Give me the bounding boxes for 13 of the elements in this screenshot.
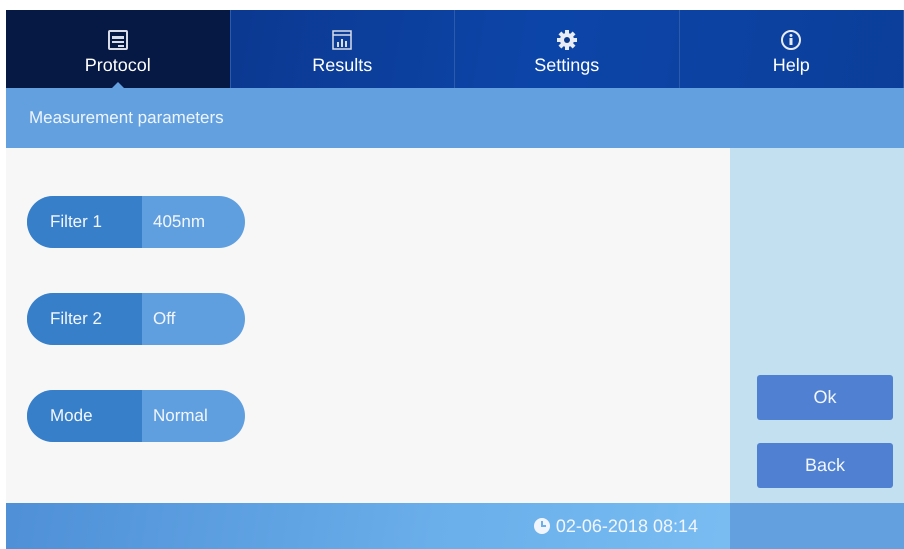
- tab[interactable]: Protocol: [6, 10, 230, 88]
- info-icon: [780, 28, 802, 50]
- date-time: 02-06-2018 08:14: [556, 516, 698, 536]
- settings-icon: [556, 28, 578, 50]
- chart-icon: [331, 28, 354, 50]
- clock-icon: [532, 517, 551, 535]
- action-button[interactable]: Ok: [757, 375, 893, 420]
- parameter-selector[interactable]: Filter 2 Off: [27, 293, 245, 345]
- page-title: Measurement parameters: [29, 108, 224, 128]
- parameter-selector[interactable]: Mode Normal: [27, 390, 245, 442]
- parameter-selector[interactable]: Filter 1 405nm: [27, 196, 245, 248]
- action-button[interactable]: Back: [757, 443, 893, 488]
- window-icon: [106, 28, 129, 50]
